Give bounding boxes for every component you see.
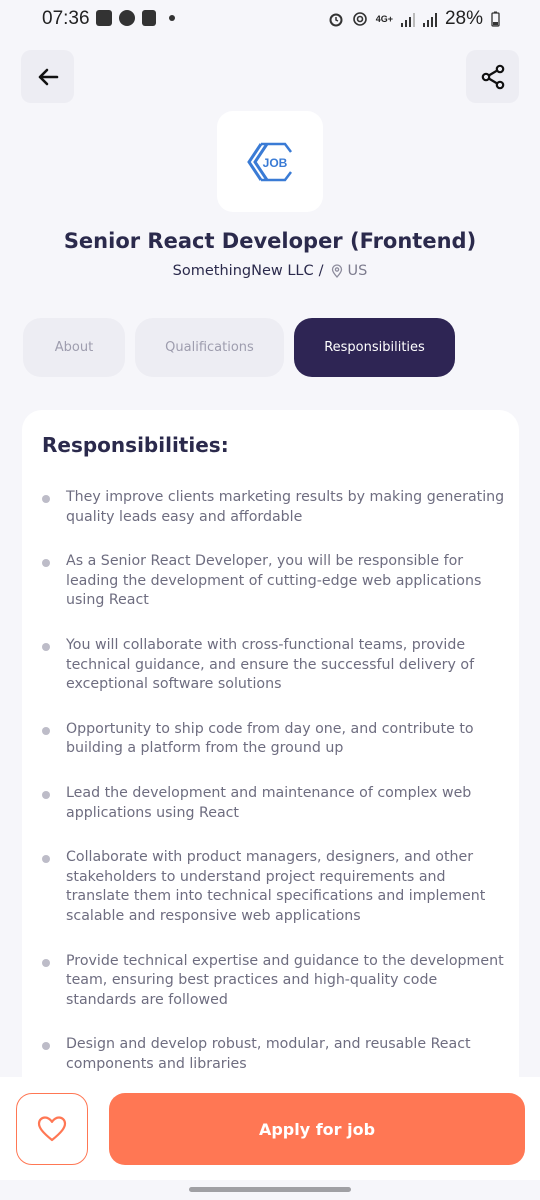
list-item: Provide technical expertise and guidance… [22,952,519,1011]
notification-icons [96,10,175,26]
location-pin-icon [330,264,344,278]
mosque-notification-icon [142,10,156,26]
apply-for-job-button[interactable]: Apply for job [109,1093,525,1165]
status-time: 07:36 [42,8,90,29]
favorite-button[interactable] [16,1093,88,1165]
share-button[interactable] [466,50,519,103]
list-item-text: As a Senior React Developer, you will be… [66,553,482,609]
list-item: Design and develop robust, modular, and … [22,1035,519,1074]
signal-icon [400,11,415,27]
list-item: They improve clients marketing results b… [22,488,519,527]
bottom-action-bar: Apply for job [0,1077,540,1180]
more-notifications-icon [169,15,175,21]
logo-text: JOB [263,156,288,170]
company-location-line: SomethingNew LLC / US [0,263,540,279]
list-item-text: Collaborate with product managers, desig… [66,849,486,924]
company-logo: JOB [217,111,323,212]
job-logo-icon: JOB [247,142,292,181]
list-item-text: Opportunity to ship code from day one, a… [66,720,474,757]
job-location: US [347,263,368,279]
gesture-nav-handle[interactable] [189,1187,351,1192]
tab-qualifications[interactable]: Qualifications [135,318,284,377]
share-icon [481,64,504,89]
bullet-icon [42,495,50,503]
bullet-icon [42,790,50,799]
alarm-icon [329,13,343,27]
back-button[interactable] [21,50,74,103]
hotspot-icon [352,12,367,26]
image-notification-icon [96,10,112,26]
section-title: Responsibilities: [42,433,229,457]
bullet-icon [42,958,50,967]
list-item-text: You will collaborate with cross-function… [66,636,475,693]
list-item: Opportunity to ship code from day one, a… [22,720,519,759]
list-item-text: Design and develop robust, modular, and … [66,1036,471,1072]
network-type-label: 4G+ [375,13,393,24]
battery-icon [491,11,500,27]
separator: / [318,263,324,279]
bullet-icon [42,726,50,735]
tab-about[interactable]: About [23,318,125,377]
bullet-icon [42,1042,50,1051]
list-item-text: Lead the development and maintenance of … [66,784,472,821]
status-bar: 07:36 4G+ 28% [0,0,540,40]
system-icons: 4G+ 28% [328,8,500,30]
responsibilities-list: They improve clients marketing results b… [22,488,519,1090]
bullet-icon [42,559,50,568]
arrow-left-icon [38,68,58,85]
list-item: You will collaborate with cross-function… [22,636,519,695]
list-item-text: They improve clients marketing results b… [66,489,505,525]
signal-icon-2 [422,11,437,27]
list-item-text: Provide technical expertise and guidance… [66,952,504,1008]
tab-responsibilities[interactable]: Responsibilities [294,318,455,377]
app-notification-icon [119,10,135,26]
heart-icon [37,1116,67,1142]
responsibilities-card: Responsibilities: They improve clients m… [22,410,519,1090]
bullet-icon [42,855,50,864]
list-item: Collaborate with product managers, desig… [22,848,519,926]
list-item: Lead the development and maintenance of … [22,784,519,823]
battery-percentage: 28% [444,8,483,29]
company-name: SomethingNew LLC [172,263,314,279]
bullet-icon [42,642,50,651]
job-title: Senior React Developer (Frontend) [63,229,477,253]
list-item: As a Senior React Developer, you will be… [22,552,519,611]
